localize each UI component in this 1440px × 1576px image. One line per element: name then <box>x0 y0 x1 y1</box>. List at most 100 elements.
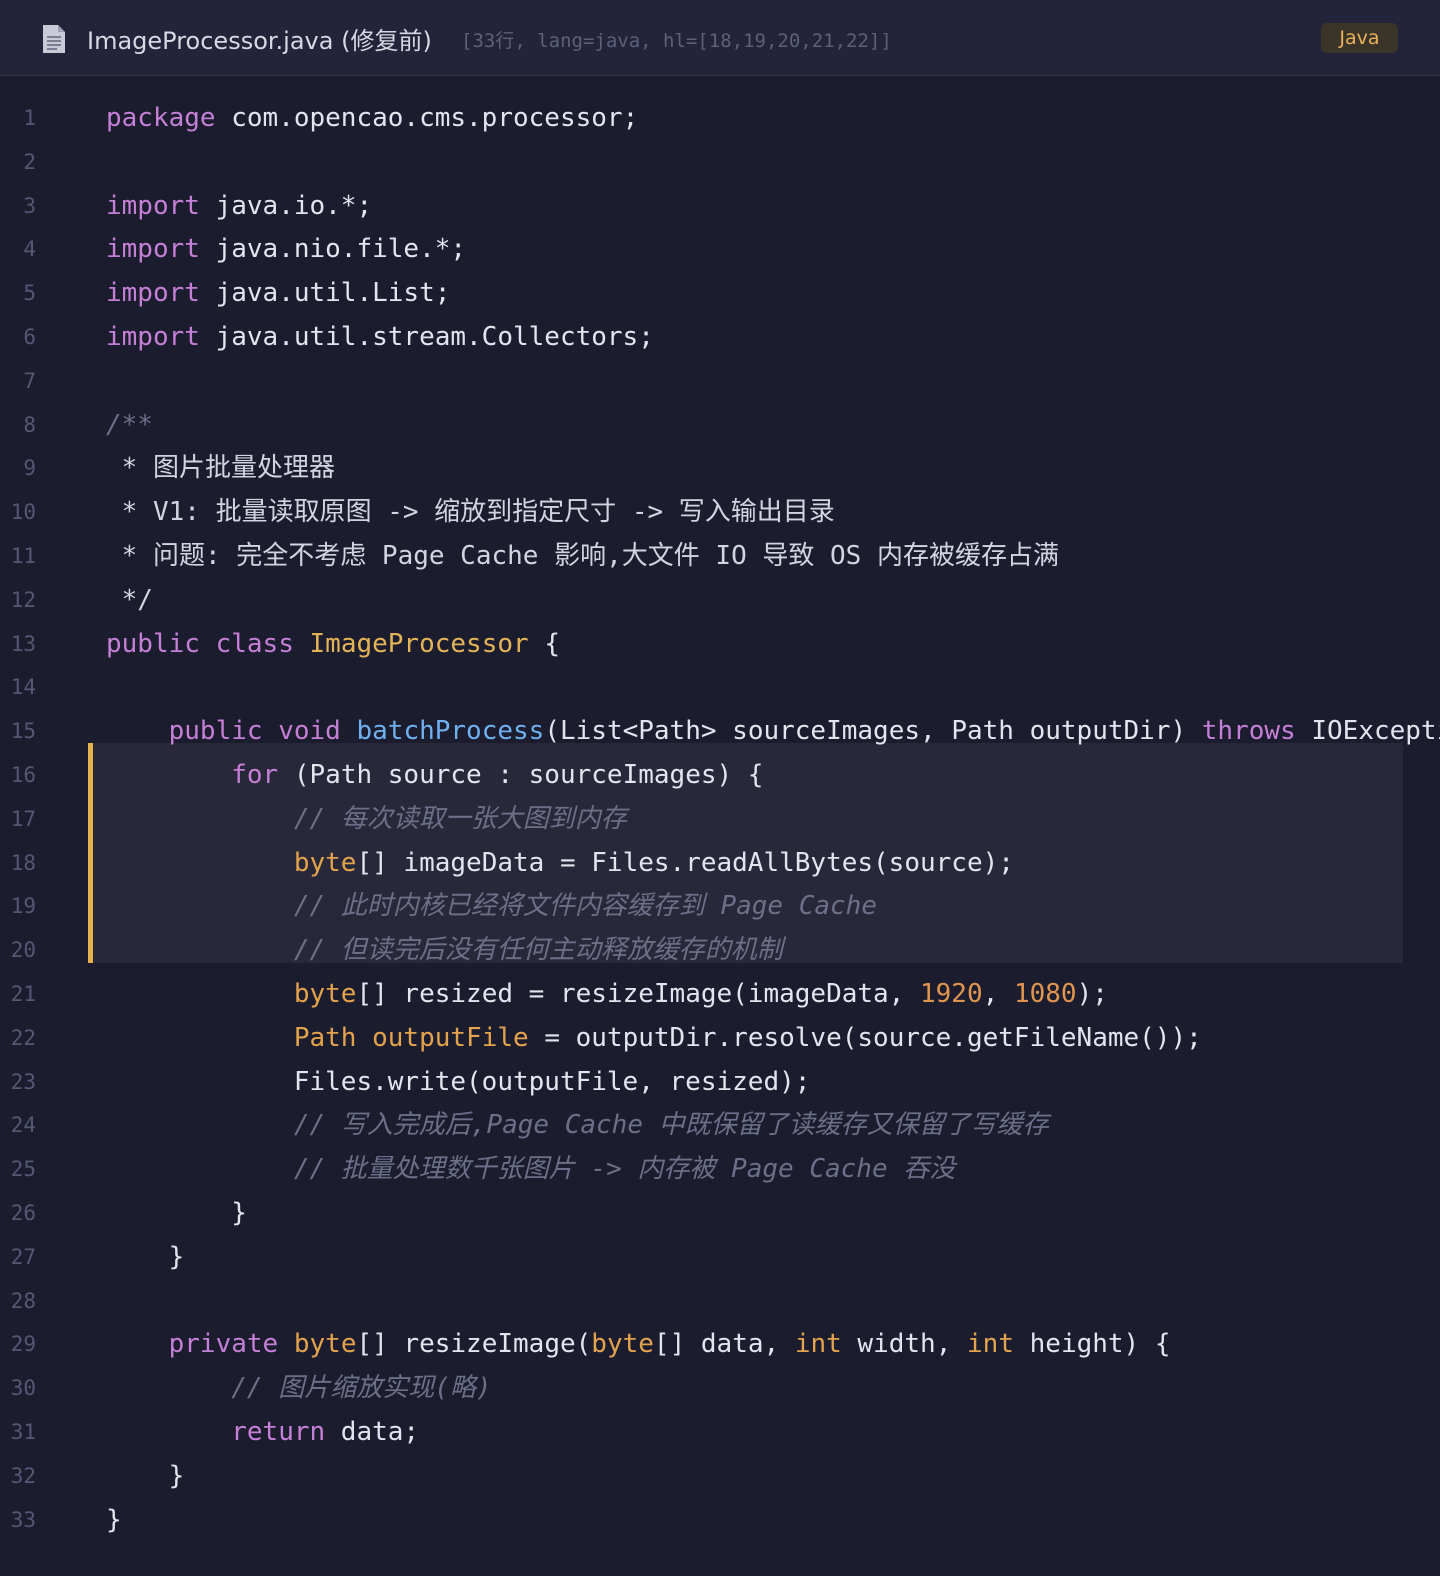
line-number: 1 <box>23 106 36 130</box>
line-number: 2 <box>23 149 36 174</box>
code-line: 15 public void batchProcess(List<Path> s… <box>0 710 1440 754</box>
code-line: 12 */ <box>0 579 1440 623</box>
code-token: import <box>106 190 200 221</box>
code-line: 29 private byte[] resizeImage(byte[] dat… <box>0 1323 1440 1367</box>
line-number: 23 <box>10 1069 36 1094</box>
line-number: 30 <box>10 1376 36 1401</box>
code-line: 2 <box>0 141 1440 185</box>
code-token: } <box>106 1504 122 1535</box>
code-token: java.util.List; <box>199 278 451 309</box>
code-token: data; <box>325 1416 420 1447</box>
code-token: * 图片批量处理器 <box>106 453 335 484</box>
code-token: [] resized = resizeImage(imageData, <box>356 978 920 1009</box>
code-token: } <box>106 1460 185 1491</box>
line-number: 26 <box>10 1200 36 1225</box>
code-line: 1 package com.opencao.cms.processor; <box>0 97 1440 141</box>
code-line: 11 * 问题: 完全不考虑 Page Cache 影响,大文件 IO 导致 O… <box>0 535 1440 579</box>
line-number: 24 <box>10 1113 36 1138</box>
code-area: 1 package com.opencao.cms.processor; 2 3 imp… <box>0 97 1440 1542</box>
code-line: 32 } <box>0 1455 1440 1499</box>
code-viewer-window: ImageProcessor.java (修复前) [33行, lang=jav… <box>0 0 1440 1576</box>
code-line: 22 Path outputFile = outputDir.resolve(s… <box>0 1017 1440 1061</box>
code-token: ImageProcessor <box>309 628 529 659</box>
line-number: 12 <box>10 587 36 612</box>
code-token: 1920 <box>920 978 983 1009</box>
line-number: 3 <box>23 193 36 218</box>
line-number: 29 <box>10 1332 36 1357</box>
line-number: 19 <box>10 894 36 919</box>
code-token: outputFile <box>372 1022 529 1053</box>
line-code: */ <box>106 579 153 623</box>
code-line: 9 * 图片批量处理器 <box>0 447 1440 491</box>
line-code: * V1: 批量读取原图 -> 缩放到指定尺寸 -> 写入输出目录 <box>106 491 835 535</box>
line-number: 32 <box>10 1463 36 1488</box>
code-token: com.opencao.cms.processor; <box>215 103 639 133</box>
code-token: public <box>106 628 200 659</box>
line-number: 31 <box>10 1419 36 1444</box>
code-line: 10 * V1: 批量读取原图 -> 缩放到指定尺寸 -> 写入输出目录 <box>0 491 1440 535</box>
code-token: // 图片缩放实现(略) <box>231 1373 492 1404</box>
line-number: 16 <box>10 762 36 787</box>
code-token: [] data, <box>653 1329 795 1360</box>
code-token: java.nio.file.*; <box>199 234 467 265</box>
code-token: java.io.*; <box>199 190 373 221</box>
line-code: for (Path source : sourceImages) { <box>106 754 763 798</box>
line-code: // 此时内核已经将文件内容缓存到 Page Cache <box>106 885 877 929</box>
code-token: private <box>168 1329 279 1360</box>
code-token: class <box>215 628 294 659</box>
code-token: import <box>106 278 200 309</box>
code-token: } <box>106 1197 247 1228</box>
code-line: 31 return data; <box>0 1411 1440 1455</box>
code-token: // 但读完后没有任何主动释放缓存的机制 <box>293 935 783 966</box>
code-line: 14 <box>0 666 1440 710</box>
code-line: 25 // 批量处理数千张图片 -> 内存被 Page Cache 吞没 <box>0 1148 1440 1192</box>
line-number: 27 <box>10 1244 36 1269</box>
line-code: import java.nio.file.*; <box>106 228 466 272</box>
code-line: 26 } <box>0 1192 1440 1236</box>
line-code: return data; <box>106 1411 419 1455</box>
file-name: ImageProcessor.java (修复前) <box>87 27 432 55</box>
code-token: * V1: 批量读取原图 -> 缩放到指定尺寸 -> 写入输出目录 <box>106 497 835 528</box>
code-line: 8 /** <box>0 404 1440 448</box>
code-token: import <box>106 321 200 352</box>
line-code: } <box>106 1455 185 1499</box>
code-line: 4 import java.nio.file.*; <box>0 228 1440 272</box>
line-number: 18 <box>10 850 36 875</box>
code-line: 6 import java.util.stream.Collectors; <box>0 316 1440 360</box>
line-number: 9 <box>23 456 36 481</box>
line-code: } <box>106 1499 122 1543</box>
code-token: 1080 <box>1013 978 1077 1009</box>
line-code: /** <box>106 404 153 448</box>
code-token: /** <box>106 409 153 440</box>
line-number: 28 <box>10 1288 36 1313</box>
code-token: (List<Path> sourceImages, Path outputDir… <box>544 716 1202 747</box>
code-line: 17 // 每次读取一张大图到内存 <box>0 798 1440 842</box>
language-badge: Java <box>1321 23 1398 53</box>
code-token: Files.write(outputFile, resized); <box>106 1066 811 1097</box>
code-token: return <box>231 1416 326 1447</box>
code-token: { <box>528 628 560 659</box>
code-line: 28 <box>0 1280 1440 1324</box>
line-code: Files.write(outputFile, resized); <box>106 1061 811 1105</box>
line-number: 6 <box>23 324 36 349</box>
line-number: 11 <box>10 543 36 568</box>
line-code: import java.io.*; <box>106 185 372 229</box>
code-token: width, <box>841 1329 968 1360</box>
line-number: 14 <box>10 675 36 700</box>
line-code: import java.util.stream.Collectors; <box>106 316 654 360</box>
code-line: 19 // 此时内核已经将文件内容缓存到 Page Cache <box>0 885 1440 929</box>
code-line: 33} <box>0 1499 1440 1543</box>
line-code: // 批量处理数千张图片 -> 内存被 Page Cache 吞没 <box>106 1148 955 1192</box>
code-token: * 问题: 完全不考虑 Page Cache 影响,大文件 IO 导致 OS 内… <box>106 540 1059 571</box>
line-code: package com.opencao.cms.processor; <box>106 97 638 141</box>
line-number: 15 <box>10 719 36 744</box>
